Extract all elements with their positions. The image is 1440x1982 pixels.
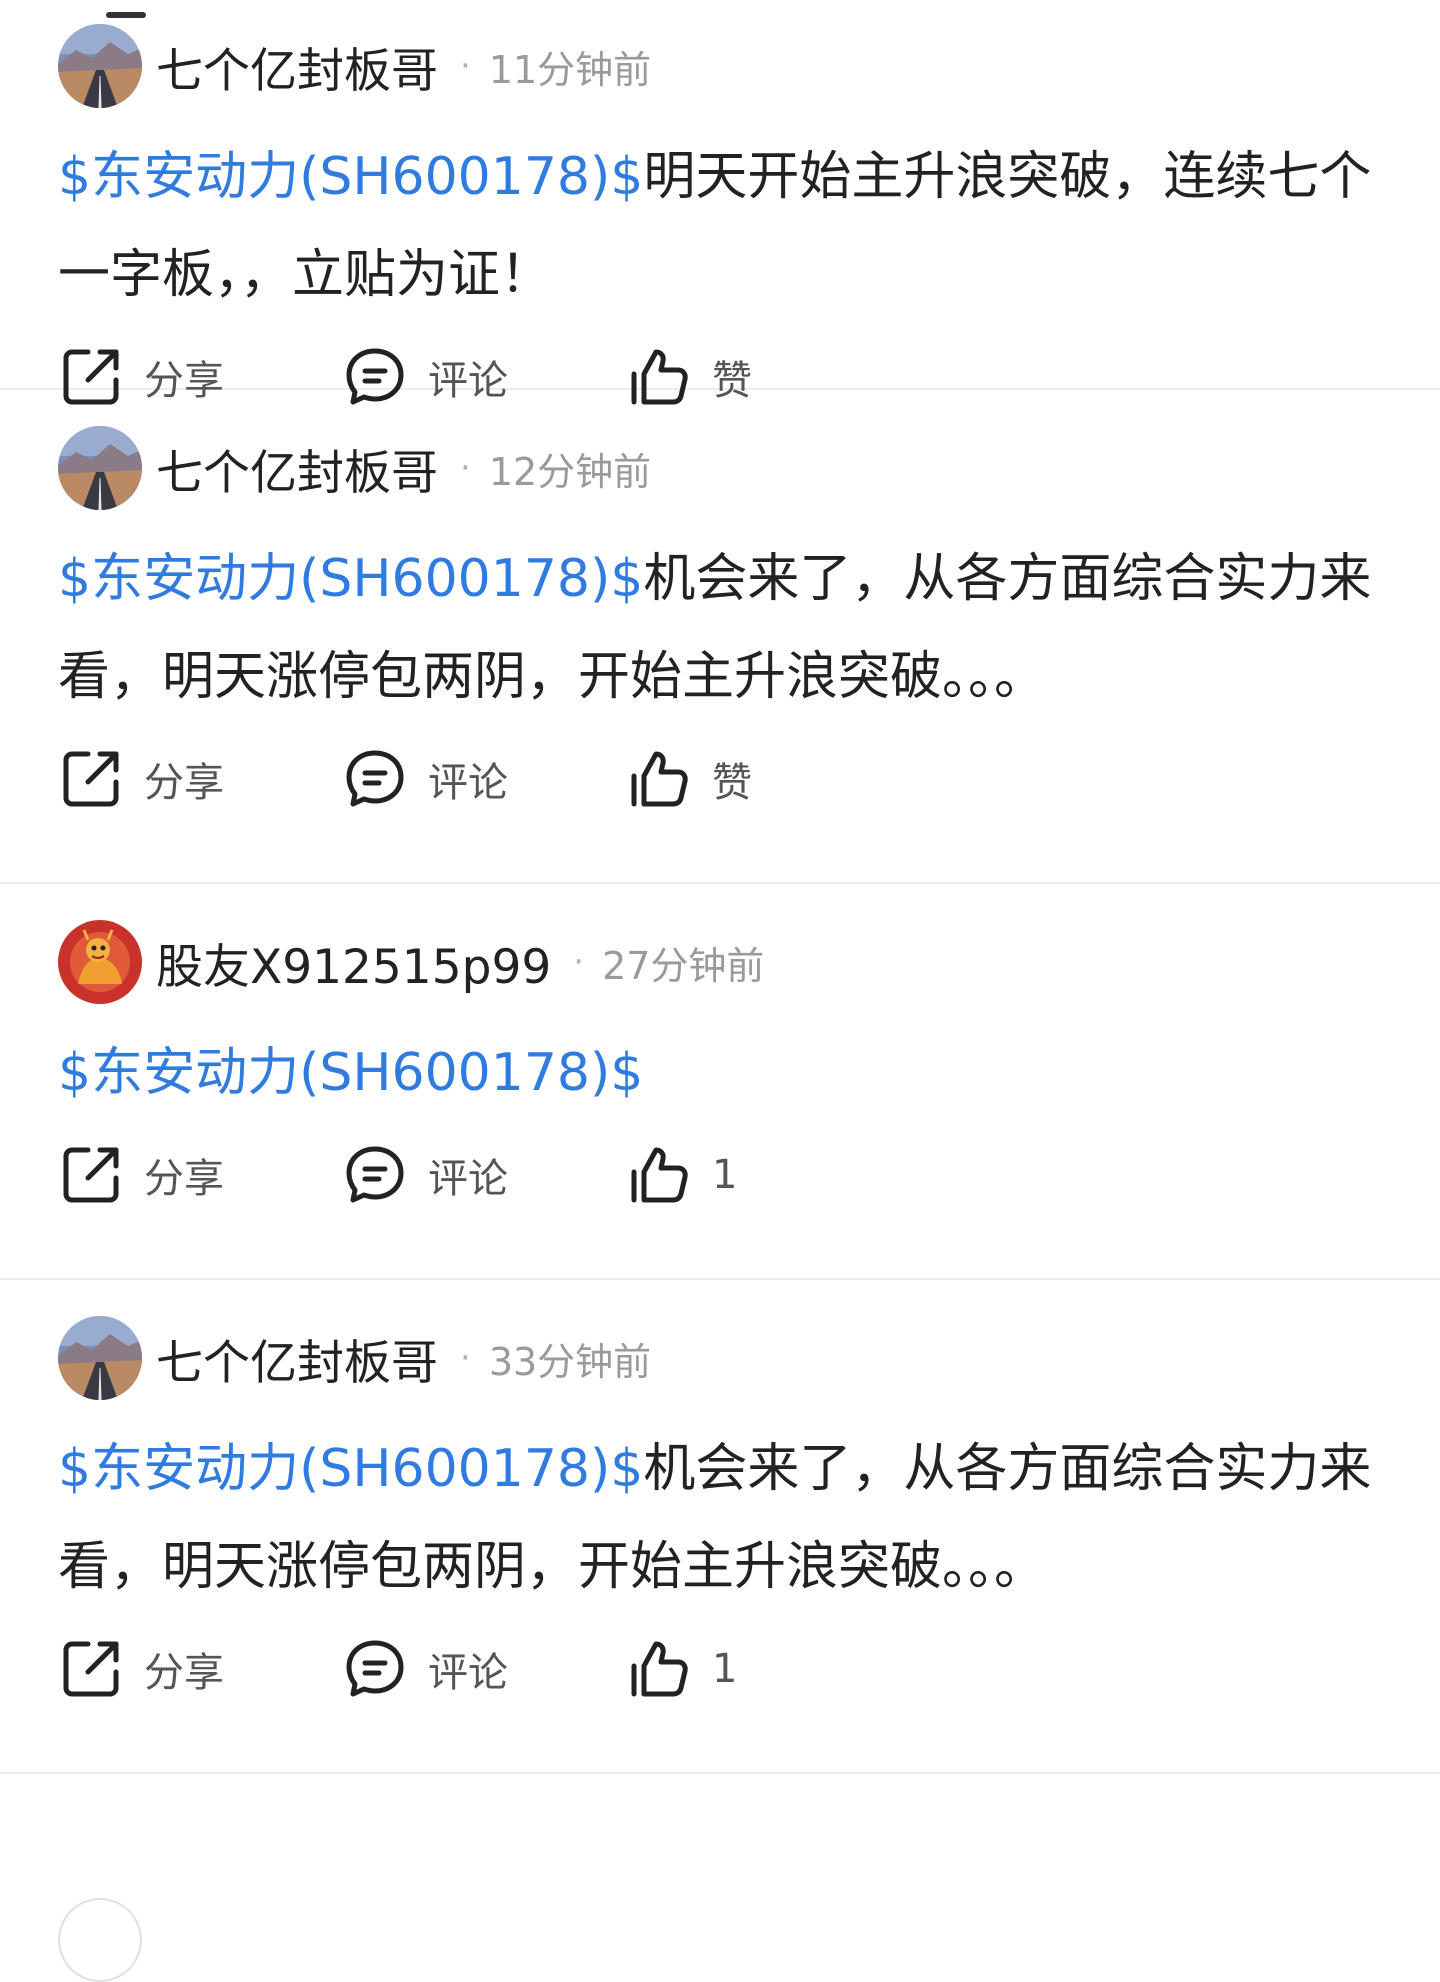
post-time: 27分钟前	[602, 943, 765, 988]
thumbs-up-icon	[626, 1636, 692, 1702]
post-header: 股友X912515p99 · 27分钟前	[58, 920, 1382, 1004]
comment-button[interactable]: 评论	[342, 1636, 626, 1702]
stock-link[interactable]: $东安动力(SH600178)$	[58, 549, 643, 609]
post-item[interactable]: 股友X912515p99 · 27分钟前 $东安动力(SH600178)$ 分享	[0, 884, 1440, 1280]
post-item[interactable]: 七个亿封板哥 · 12分钟前 $东安动力(SH600178)$机会来了，从各方面…	[0, 390, 1440, 884]
author-name[interactable]: 七个亿封板哥	[156, 434, 438, 503]
post-content[interactable]: $东安动力(SH600178)$明天开始主升浪突破，连续七个一字板，，立贴为证！	[58, 128, 1382, 324]
comment-label: 评论	[428, 1650, 508, 1696]
author-name[interactable]: 七个亿封板哥	[156, 32, 438, 101]
share-icon	[58, 1142, 124, 1208]
share-button[interactable]: 分享	[58, 1142, 342, 1208]
comment-label: 评论	[428, 760, 508, 806]
post-header: 七个亿封板哥 · 11分钟前	[58, 24, 1382, 108]
post-feed: 七个亿封板哥 · 11分钟前 $东安动力(SH600178)$明天开始主升浪突破…	[0, 0, 1440, 1774]
like-button[interactable]: 1	[626, 1636, 910, 1702]
share-button[interactable]: 分享	[58, 746, 342, 812]
stock-link[interactable]: $东安动力(SH600178)$	[58, 1043, 643, 1103]
post-content[interactable]: $东安动力(SH600178)$机会来了，从各方面综合实力来看，明天涨停包两阴，…	[58, 1420, 1382, 1616]
like-label: 赞	[712, 760, 752, 806]
thumbs-up-icon	[626, 746, 692, 812]
post-header: 七个亿封板哥 · 12分钟前	[58, 426, 1382, 510]
comment-label: 评论	[428, 1156, 508, 1202]
comment-icon	[342, 1142, 408, 1208]
separator-dot: ·	[460, 46, 471, 86]
post-time: 11分钟前	[488, 47, 652, 92]
dragon-avatar-icon[interactable]	[58, 920, 142, 1004]
post-actions: 分享 评论 赞	[58, 744, 1382, 868]
post-item[interactable]: 七个亿封板哥 · 33分钟前 $东安动力(SH600178)$机会来了，从各方面…	[0, 1280, 1440, 1774]
stock-link[interactable]: $东安动力(SH600178)$	[58, 147, 643, 207]
comment-icon	[342, 1636, 408, 1702]
post-content[interactable]: $东安动力(SH600178)$机会来了，从各方面综合实力来看，明天涨停包两阴，…	[58, 530, 1382, 726]
thumbs-up-icon	[626, 1142, 692, 1208]
post-time: 12分钟前	[488, 449, 652, 494]
like-count: 1	[712, 1152, 738, 1198]
separator-dot: ·	[460, 1338, 471, 1378]
post-actions: 分享 评论 1	[58, 1140, 1382, 1264]
like-button[interactable]: 赞	[626, 746, 910, 812]
desert-road-avatar-icon[interactable]	[58, 1316, 142, 1400]
separator-dot: ·	[460, 448, 471, 488]
post-time: 33分钟前	[488, 1339, 652, 1384]
comment-button[interactable]: 评论	[342, 1142, 626, 1208]
share-label: 分享	[144, 1650, 224, 1696]
share-label: 分享	[144, 760, 224, 806]
share-button[interactable]: 分享	[58, 1636, 342, 1702]
post-actions: 分享 评论 1	[58, 1634, 1382, 1758]
share-label: 分享	[144, 1156, 224, 1202]
like-button[interactable]: 1	[626, 1142, 910, 1208]
desert-road-avatar-icon[interactable]	[58, 24, 142, 108]
author-name[interactable]: 七个亿封板哥	[156, 1324, 438, 1393]
author-name[interactable]: 股友X912515p99	[156, 928, 551, 997]
share-icon	[58, 746, 124, 812]
like-count: 1	[712, 1646, 738, 1692]
comment-icon	[342, 746, 408, 812]
stock-link[interactable]: $东安动力(SH600178)$	[58, 1439, 643, 1499]
separator-dot: ·	[573, 942, 585, 982]
desert-road-avatar-icon[interactable]	[58, 426, 142, 510]
post-item[interactable]: 七个亿封板哥 · 11分钟前 $东安动力(SH600178)$明天开始主升浪突破…	[0, 0, 1440, 405]
post-content[interactable]: $东安动力(SH600178)$	[58, 1024, 1382, 1122]
share-icon	[58, 1636, 124, 1702]
post-header: 七个亿封板哥 · 33分钟前	[58, 1316, 1382, 1400]
comment-button[interactable]: 评论	[342, 746, 626, 812]
next-post-avatar	[58, 1898, 142, 1982]
